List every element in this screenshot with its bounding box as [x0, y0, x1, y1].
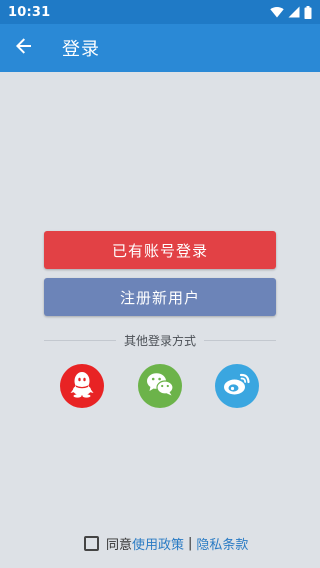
- wifi-icon: [270, 6, 284, 18]
- weibo-login-button[interactable]: [215, 364, 259, 408]
- signal-icon: [288, 6, 300, 18]
- divider-line-left: [44, 339, 116, 341]
- link-separator: |: [188, 535, 193, 551]
- status-time: 10:31: [8, 4, 51, 20]
- usage-policy-link[interactable]: 使用政策: [132, 534, 184, 553]
- status-bar: 10:31: [0, 0, 320, 24]
- arrow-left-icon: [15, 37, 33, 59]
- status-icons: [270, 0, 312, 24]
- weibo-icon: [223, 372, 251, 400]
- page-title: 登录: [62, 39, 100, 60]
- wechat-login-button[interactable]: [138, 364, 182, 408]
- qq-icon: [69, 370, 95, 402]
- wechat-icon: [146, 372, 174, 400]
- login-screen: 10:31 登录 已有账号登录 注册新用户 其他登录方式 同意 使用政策 | 隐…: [0, 0, 320, 568]
- agree-checkbox[interactable]: [84, 535, 99, 551]
- agreement-row: 同意 使用政策 | 隐私条款: [84, 533, 248, 553]
- other-login-divider: 其他登录方式: [44, 331, 277, 349]
- battery-icon: [304, 5, 312, 19]
- existing-account-login-button[interactable]: 已有账号登录: [44, 231, 276, 269]
- app-bar: 登录: [0, 24, 320, 72]
- divider-line-right: [204, 339, 277, 341]
- agree-prefix: 同意: [106, 537, 133, 553]
- register-new-user-button[interactable]: 注册新用户: [44, 278, 276, 316]
- back-button[interactable]: [0, 24, 48, 72]
- privacy-terms-link[interactable]: 隐私条款: [196, 534, 248, 553]
- qq-login-button[interactable]: [60, 364, 104, 408]
- other-login-label: 其他登录方式: [124, 333, 197, 348]
